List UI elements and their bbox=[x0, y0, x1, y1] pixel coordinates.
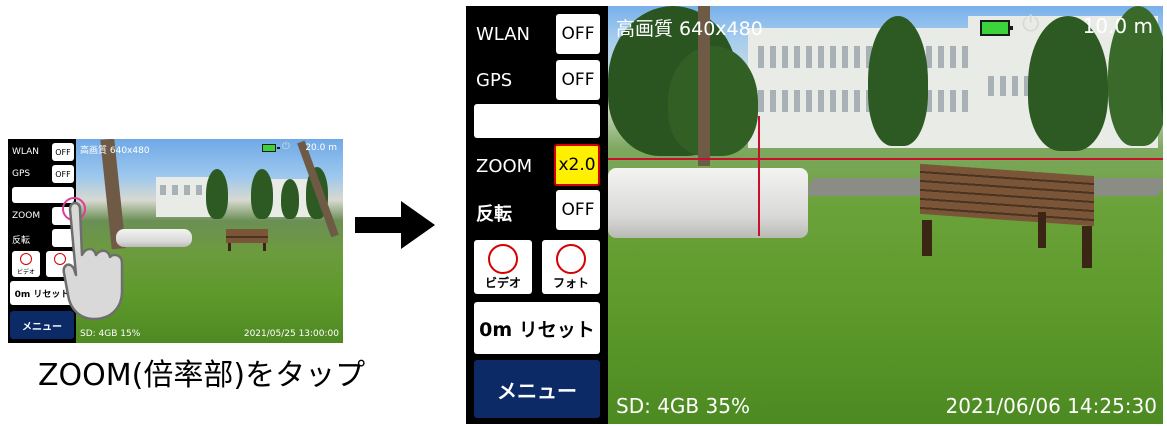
large-blank-field bbox=[474, 104, 600, 138]
small-gps-label: GPS bbox=[12, 169, 31, 179]
small-gps-toggle[interactable]: OFF bbox=[52, 165, 74, 183]
large-video-label: ビデオ bbox=[484, 276, 521, 290]
small-distance-text: 20.0 m bbox=[305, 143, 337, 153]
large-video-record-icon bbox=[488, 244, 518, 274]
large-concrete-pipe bbox=[608, 168, 808, 238]
large-zoom-button[interactable]: x2.0 bbox=[554, 144, 600, 186]
small-tree bbox=[251, 169, 273, 219]
large-device-screen: WLAN OFF GPS OFF ZOOM x2.0 反転 OFF ビデオ フォ… bbox=[466, 6, 1163, 424]
small-bench-leg bbox=[228, 243, 231, 251]
large-distance-text: 10.0 m bbox=[1082, 14, 1153, 38]
large-reset-button[interactable]: 0m リセット bbox=[474, 302, 600, 354]
large-photo-record-icon bbox=[556, 244, 586, 274]
small-building-windows bbox=[160, 185, 212, 195]
large-tree bbox=[668, 46, 758, 156]
large-datetime-text: 2021/06/06 14:25:30 bbox=[945, 394, 1157, 418]
small-plug-icon: ⏻ bbox=[282, 141, 290, 152]
large-bench-leg bbox=[1038, 212, 1046, 248]
large-menu-button[interactable]: メニュー bbox=[474, 360, 600, 418]
small-wlan-toggle[interactable]: OFF bbox=[52, 143, 74, 161]
small-video-label: ビデオ bbox=[16, 269, 35, 276]
small-zoom-label: ZOOM bbox=[12, 211, 41, 221]
large-battery-icon bbox=[980, 20, 1013, 36]
large-plug-icon: ⏻ bbox=[1022, 12, 1040, 37]
large-bench-leg bbox=[922, 220, 932, 256]
large-gps-toggle[interactable]: OFF bbox=[556, 60, 600, 100]
small-tree bbox=[281, 179, 299, 219]
large-gps-label: GPS bbox=[476, 70, 513, 91]
small-device-screen: WLAN OFF GPS OFF ZOOM 反転 ビデオ 0m リセット メニュ… bbox=[8, 139, 343, 343]
small-storage-text: SD: 4GB 15% bbox=[80, 329, 141, 339]
small-battery-icon bbox=[262, 144, 280, 152]
large-guide-line-vertical bbox=[758, 116, 760, 236]
large-storage-text: SD: 4GB 35% bbox=[616, 394, 750, 418]
large-bench-leg bbox=[1082, 226, 1092, 268]
small-bench bbox=[226, 229, 268, 243]
small-wlan-value: OFF bbox=[55, 147, 71, 157]
large-gps-value: OFF bbox=[561, 70, 595, 90]
large-control-panel: WLAN OFF GPS OFF ZOOM x2.0 反転 OFF ビデオ フォ… bbox=[466, 6, 606, 424]
small-wlan-label: WLAN bbox=[12, 147, 40, 157]
large-tree bbox=[868, 16, 928, 146]
hand-tap-icon bbox=[62, 197, 124, 321]
large-quality-text: 高画質 640x480 bbox=[616, 18, 763, 40]
caption-text: ZOOM(倍率部)をタップ bbox=[38, 358, 366, 393]
small-video-record-icon bbox=[20, 253, 32, 265]
large-wlan-label: WLAN bbox=[476, 24, 531, 45]
small-datetime-text: 2021/05/25 13:00:00 bbox=[243, 329, 339, 339]
large-wlan-toggle[interactable]: OFF bbox=[556, 14, 600, 54]
large-guide-line-horizontal bbox=[608, 158, 1163, 160]
large-invert-toggle[interactable]: OFF bbox=[556, 190, 600, 230]
small-quality-text: 高画質 640x480 bbox=[80, 146, 150, 156]
small-gps-value: OFF bbox=[55, 169, 71, 179]
large-zoom-label: ZOOM bbox=[476, 156, 533, 177]
large-camera-view: 高画質 640x480 ⏻ 10.0 m SD: 4GB 35% 2021/06… bbox=[608, 6, 1163, 424]
small-bench-leg bbox=[263, 243, 266, 251]
large-invert-label: 反転 bbox=[476, 204, 512, 225]
large-zoom-value: x2.0 bbox=[558, 155, 596, 175]
large-wlan-value: OFF bbox=[561, 24, 595, 44]
large-reset-label: 0m リセット bbox=[479, 318, 595, 341]
large-photo-label: フォト bbox=[552, 276, 589, 290]
large-photo-button[interactable]: フォト bbox=[542, 240, 600, 294]
small-video-button[interactable]: ビデオ bbox=[12, 251, 40, 277]
small-tree bbox=[206, 169, 228, 219]
large-menu-label: メニュー bbox=[497, 378, 577, 403]
small-invert-label: 反転 bbox=[12, 236, 31, 246]
large-bench bbox=[920, 163, 1094, 227]
arrow-right-icon bbox=[355, 200, 435, 250]
large-invert-value: OFF bbox=[561, 200, 595, 220]
large-video-button[interactable]: ビデオ bbox=[474, 240, 532, 294]
small-menu-label: メニュー bbox=[22, 321, 62, 333]
